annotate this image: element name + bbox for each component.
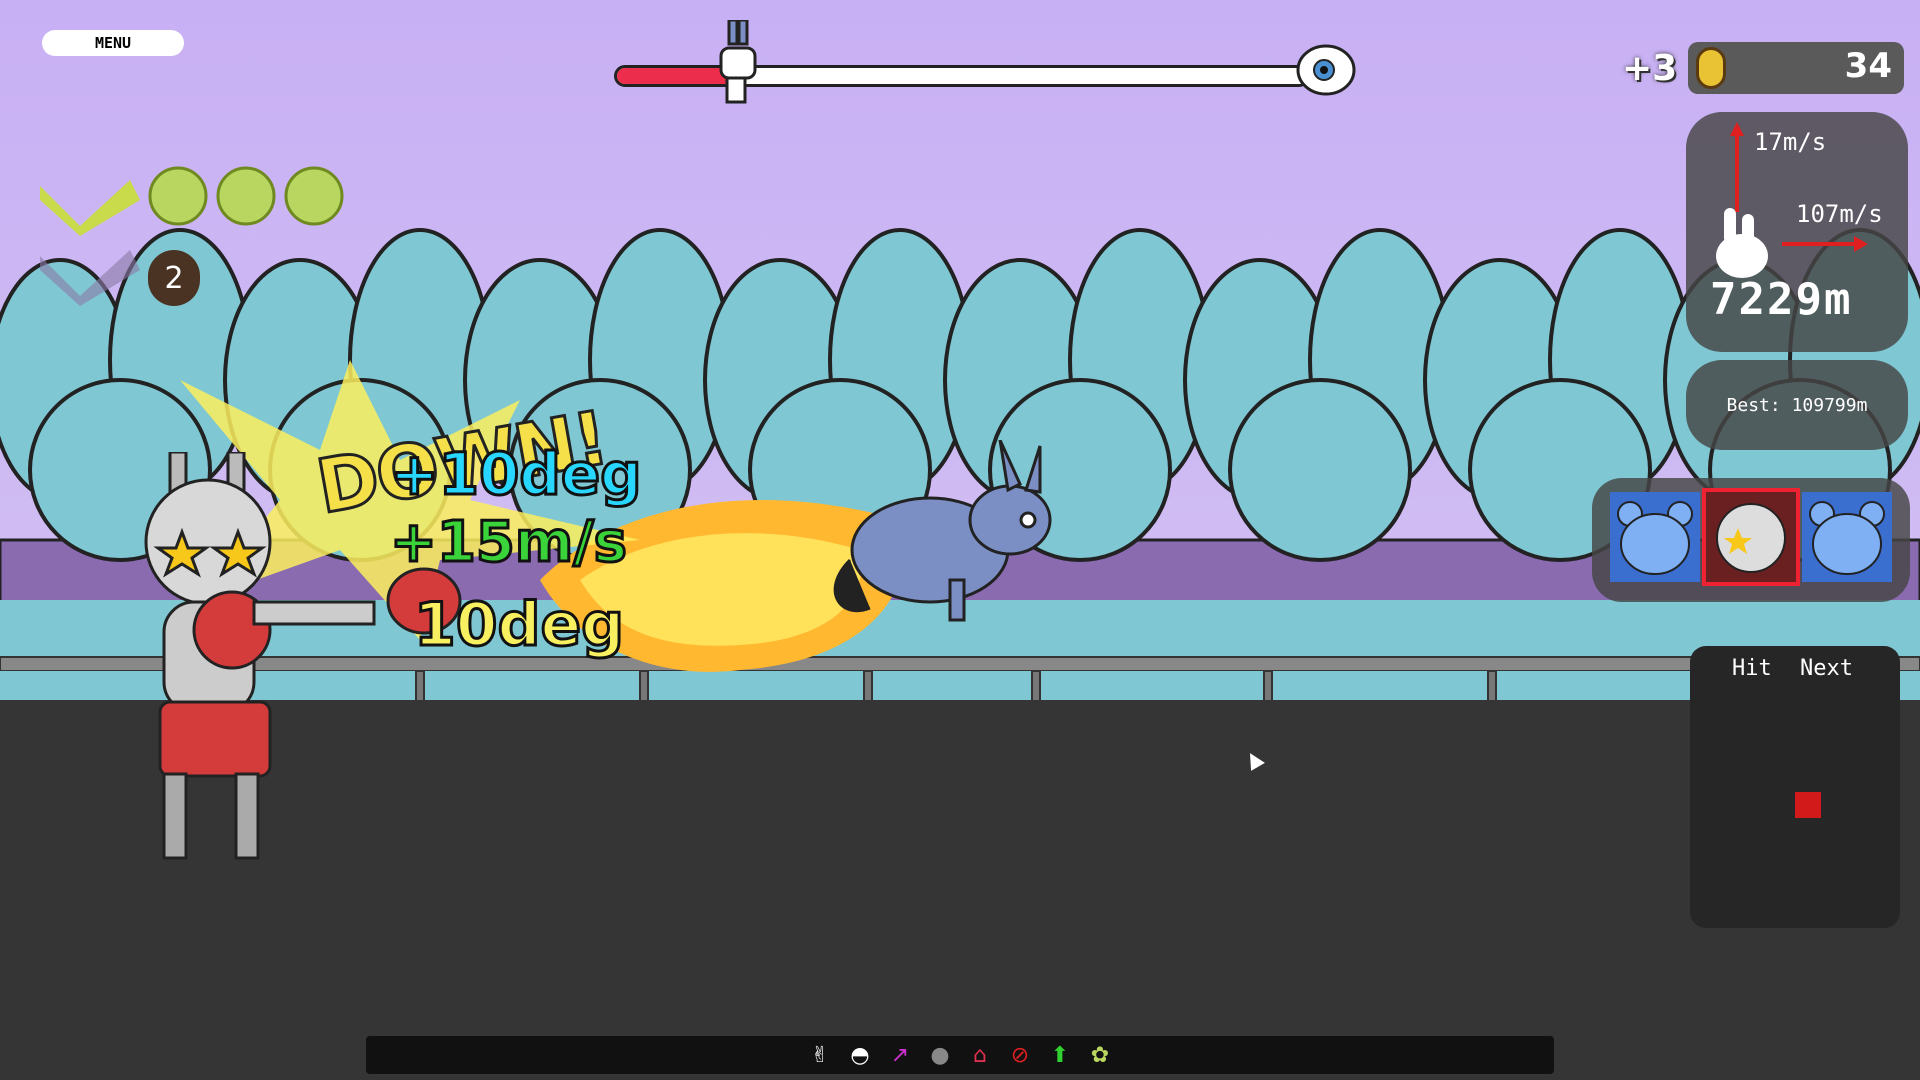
house-up-icon[interactable]: ⌂ — [966, 1041, 994, 1069]
horizontal-speed: 107m/s — [1796, 200, 1883, 228]
best-distance: Best: 109799m — [1686, 360, 1908, 450]
powerup-toolbar: ✌ ◓ ↗ ● ⌂ ⊘ ⬆ ✿ — [366, 1036, 1554, 1074]
hit-next-panel: Hit Next — [1690, 646, 1900, 928]
popup-angle: 10deg — [412, 589, 625, 662]
bear-avatar-icon — [1610, 492, 1700, 582]
vertical-speed: 17m/s — [1754, 128, 1827, 156]
arrow-up-icon — [1730, 122, 1744, 212]
cloud-icon[interactable]: ✿ — [1086, 1041, 1114, 1069]
combo-indicator — [40, 160, 360, 320]
character-slot-robot[interactable] — [1702, 488, 1800, 586]
progress-track — [610, 20, 1356, 104]
cat-icon[interactable]: ◓ — [846, 1041, 874, 1069]
donkey-character — [833, 440, 1052, 622]
distance-readout: 7229m — [1710, 274, 1853, 325]
hit-label: Hit — [1732, 656, 1772, 681]
character-slot-bear-1[interactable] — [1610, 492, 1700, 582]
robot-avatar-icon — [1706, 492, 1796, 582]
coin-bonus: +3 — [1622, 48, 1678, 89]
eye-goal-icon — [1296, 44, 1356, 96]
next-hit-marker — [1795, 792, 1821, 818]
combo-icons — [40, 166, 344, 306]
combo-count-badge: 2 — [148, 250, 200, 306]
menu-button[interactable]: MENU — [42, 30, 184, 56]
coin-count: 34 — [1844, 46, 1892, 86]
arrow-diagonal-icon[interactable]: ↗ — [886, 1041, 914, 1069]
speed-stats-panel: 17m/s 107m/s 7229m — [1686, 112, 1908, 352]
no-icon[interactable]: ⊘ — [1006, 1041, 1034, 1069]
bunny-icon[interactable]: ✌ — [806, 1041, 834, 1069]
donkey-marker-icon — [719, 20, 757, 104]
popup-angle-bonus: +10deg — [389, 439, 644, 510]
arrow-right-icon — [1782, 236, 1868, 252]
character-slot-bear-2[interactable] — [1802, 492, 1892, 582]
popup-speed-bonus: +15m/s — [389, 509, 629, 577]
cat-face-icon[interactable]: ● — [926, 1041, 954, 1069]
coin-counter: 34 — [1688, 42, 1904, 94]
arrow-up-icon[interactable]: ⬆ — [1046, 1041, 1074, 1069]
bunny-icon — [1716, 208, 1768, 278]
coin-icon — [1696, 47, 1726, 89]
next-label: Next — [1800, 656, 1853, 681]
character-selector — [1592, 478, 1910, 602]
bear-avatar-icon — [1802, 492, 1892, 582]
